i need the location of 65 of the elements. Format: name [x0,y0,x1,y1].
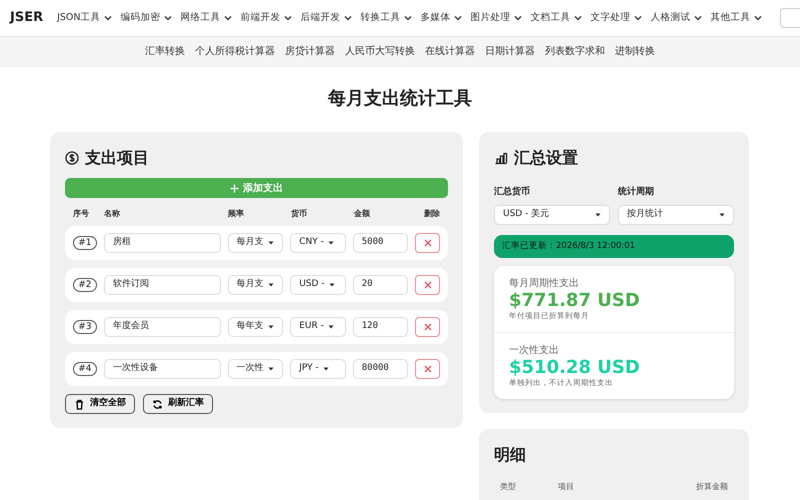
total-amount: $510.28 USD [509,358,641,378]
nav-menu-item[interactable]: JSON工具 [57,10,112,26]
section-title: 明细 [494,444,526,466]
nav-menu-item[interactable]: 文档工具 [530,10,582,26]
frequency-select[interactable]: 每月支 [228,275,284,295]
column-header: 序号 [73,208,90,220]
amount-field[interactable]: 5000 [352,233,408,253]
row-number: #3 [73,320,97,334]
column-header: 项目 [558,480,574,493]
field-label: 汇总货币 [494,186,531,199]
nav-menu-item[interactable]: 后端开发 [300,10,352,26]
sub-nav-link[interactable]: 汇率转换 [145,44,185,59]
currency-select[interactable]: CNY - [290,233,346,253]
nav-menu-item[interactable]: 多媒体 [420,10,462,26]
amount-field[interactable]: 80000 [352,359,408,379]
name-field[interactable]: 一次性设备 [104,359,221,379]
currency-select[interactable]: USD - [290,275,346,295]
name-field[interactable]: 房租 [104,233,221,253]
total-label: 一次性支出 [509,344,560,358]
column-header: 类型 [500,480,517,493]
amount-field[interactable]: 120 [352,317,408,337]
page-title: 每月支出统计工具 [327,87,473,111]
rate-status-bar: 汇率已更新：2026/8/3 12:00:01 [494,234,734,258]
row-number: #2 [73,278,97,292]
sub-nav-link[interactable]: 日期计算器 [485,44,535,59]
column-header: 删除 [424,208,440,220]
total-amount: $771.87 USD [509,290,641,310]
currency-select[interactable]: USD - 美元 [494,204,610,224]
column-header: 金额 [354,208,371,220]
nav-menu-item[interactable]: 网络工具 [180,10,232,26]
sub-nav-link[interactable]: 人民币大写转换 [345,44,415,59]
name-field[interactable]: 软件订阅 [104,275,221,295]
nav-menu-item[interactable]: 其他工具 [710,10,762,26]
nav-menu-item[interactable]: 编码加密 [120,10,172,26]
section-title: 汇总设置 [514,147,578,169]
column-header: 名称 [104,208,121,220]
field-label: 统计周期 [618,186,655,199]
refresh-button[interactable]: 刷新汇率 [143,394,213,414]
nav-menu-item[interactable]: 人格测试 [650,10,702,26]
column-header: 折算金额 [696,480,728,493]
nav-menu-item[interactable]: 图片处理 [470,10,522,26]
row-number: #4 [73,362,97,376]
row-number: #1 [73,236,97,250]
column-header: 频率 [228,208,245,220]
frequency-select[interactable]: 一次性 [228,359,284,379]
sub-nav-link[interactable]: 列表数字求和 [545,44,605,59]
nav-menu-item[interactable]: 前端开发 [240,10,292,26]
nav-menu-item[interactable]: 文字处理 [590,10,642,26]
total-label: 每月周期性支出 [509,276,580,290]
sub-nav-link[interactable]: 进制转换 [615,44,655,59]
name-field[interactable]: 年度会员 [104,317,221,337]
column-header: 货币 [291,208,308,220]
frequency-select[interactable]: 每月支 [228,233,284,253]
sub-nav-link[interactable]: 在线计算器 [425,44,475,59]
frequency-select[interactable]: 每年支 [228,317,284,337]
brand-logo[interactable]: JSER [10,8,44,28]
clear-button[interactable]: 清空全部 [65,394,135,414]
period-select[interactable]: 按月统计 [618,204,734,224]
amount-field[interactable]: 20 [352,275,408,295]
currency-select[interactable]: JPY - [290,359,346,379]
nav-menu-item[interactable]: 转换工具 [360,10,412,26]
sub-nav-link[interactable]: 房贷计算器 [285,44,335,59]
sub-nav-link[interactable]: 个人所得税计算器 [195,44,275,59]
currency-select[interactable]: EUR - [290,317,346,337]
section-title: 支出项目 [85,147,149,169]
